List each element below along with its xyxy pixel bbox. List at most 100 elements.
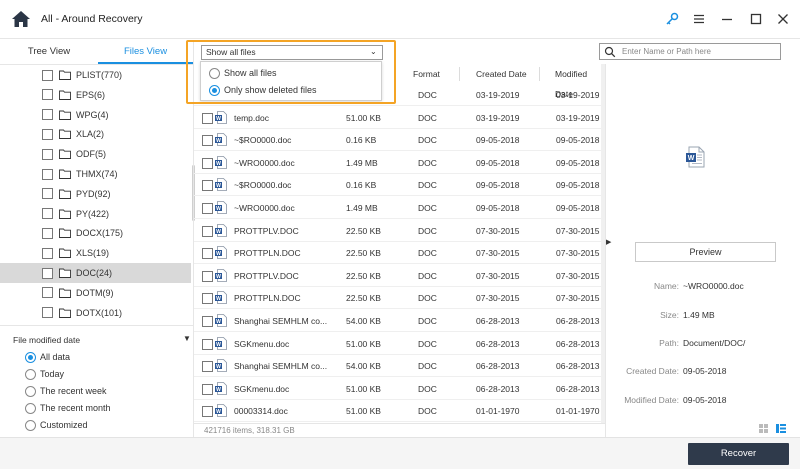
home-icon[interactable] xyxy=(11,9,31,29)
checkbox[interactable] xyxy=(42,148,53,160)
chevron-down-icon[interactable]: ▼ xyxy=(183,334,191,343)
tree-item[interactable]: PLIST(770) xyxy=(0,65,191,85)
checkbox[interactable] xyxy=(42,69,53,81)
checkbox[interactable] xyxy=(202,406,213,418)
checkbox[interactable] xyxy=(42,208,53,220)
column-header-format[interactable]: Format xyxy=(413,64,440,84)
filter-option-label: Today xyxy=(40,369,65,379)
checkbox[interactable] xyxy=(42,287,53,299)
filter-option[interactable]: The recent week xyxy=(25,384,107,398)
filter-option[interactable]: All data xyxy=(25,350,70,364)
checkbox[interactable] xyxy=(202,338,213,350)
radio-icon[interactable] xyxy=(25,385,36,397)
tree-item[interactable]: DOCX(175) xyxy=(0,223,191,243)
column-header-created[interactable]: Created Date xyxy=(476,64,527,84)
filter-option[interactable]: The recent month xyxy=(25,401,111,415)
menu-icon[interactable] xyxy=(691,11,707,27)
column-separator[interactable] xyxy=(539,67,540,81)
column-separator[interactable] xyxy=(459,67,460,81)
table-row[interactable]: Wtemp.doc 51.00 KB DOC 03-19-2019 03-19-2019 xyxy=(194,107,601,129)
cell-name: SGKmenu.doc xyxy=(234,338,290,349)
tree-item[interactable]: ODF(5) xyxy=(0,144,191,164)
cell-created: 06-28-2013 xyxy=(476,361,520,372)
table-row[interactable]: W 00003314.doc 51.00 KB DOC 01-01-1970 01-01-… xyxy=(194,400,601,422)
radio-icon[interactable] xyxy=(25,419,36,431)
checkbox[interactable] xyxy=(202,180,213,192)
cell-format: DOC xyxy=(418,157,437,168)
checkbox[interactable] xyxy=(42,247,53,259)
checkbox[interactable] xyxy=(202,361,213,373)
filter-option[interactable]: Customized xyxy=(25,418,88,432)
word-file-icon: W xyxy=(215,381,227,395)
table-row[interactable]: W SGKmenu.doc 51.00 KB DOC 06-28-2013 06-28-2… xyxy=(194,333,601,355)
checkbox[interactable] xyxy=(42,267,53,279)
close-icon[interactable] xyxy=(775,11,791,27)
tree-item[interactable]: XLS(19) xyxy=(0,243,191,263)
table-row[interactable]: W PROTTPLN.DOC 22.50 KB DOC 07-30-2015 07-30-… xyxy=(194,287,601,310)
tree-item[interactable]: WPG(4) xyxy=(0,105,191,125)
checkbox[interactable] xyxy=(202,293,213,305)
checkbox[interactable] xyxy=(202,112,213,124)
cell-size: 22.50 KB xyxy=(346,248,381,259)
tree-item[interactable]: THMX(74) xyxy=(0,164,191,184)
checkbox[interactable] xyxy=(202,248,213,260)
collapse-arrow-icon[interactable]: ▶ xyxy=(606,238,611,246)
radio-icon[interactable] xyxy=(25,402,36,414)
checkbox[interactable] xyxy=(202,270,213,282)
cell-format: DOC xyxy=(418,383,437,394)
preview-button[interactable]: Preview xyxy=(635,242,776,262)
table-row[interactable]: W PROTTPLV.DOC 22.50 KB DOC 07-30-2015 07-30-… xyxy=(194,265,601,287)
checkbox[interactable] xyxy=(202,157,213,169)
list-view-icon[interactable] xyxy=(776,424,786,433)
tree-item[interactable]: XLA(2) xyxy=(0,124,191,144)
table-row[interactable]: W PROTTPLV.DOC 22.50 KB DOC 07-30-2015 07-30-… xyxy=(194,220,601,242)
meta-name-label: Name: xyxy=(653,281,679,291)
minimize-icon[interactable] xyxy=(719,11,735,27)
cell-name: PROTTPLN.DOC xyxy=(234,248,301,259)
tree-item[interactable]: DOC(24) xyxy=(0,263,191,283)
checkbox[interactable] xyxy=(202,135,213,147)
filter-option[interactable]: Today xyxy=(25,367,64,381)
tree-item[interactable]: PY(422) xyxy=(0,204,191,224)
meta-modified-value: 09-05-2018 xyxy=(683,395,727,405)
cell-format: DOC xyxy=(418,338,437,349)
checkbox[interactable] xyxy=(42,227,53,239)
tree-item[interactable]: DOTM(9) xyxy=(0,283,191,303)
table-row[interactable]: W ~$RO0000.doc 0.16 KB DOC 09-05-2018 09-05-2… xyxy=(194,174,601,197)
checkbox[interactable] xyxy=(42,128,53,140)
recover-button[interactable]: Recover xyxy=(688,443,789,465)
checkbox[interactable] xyxy=(42,307,53,319)
table-row[interactable]: W PROTTPLN.DOC 22.50 KB DOC 07-30-2015 07-30-… xyxy=(194,242,601,265)
radio-icon[interactable] xyxy=(25,351,36,363)
checkbox[interactable] xyxy=(42,168,53,180)
checkbox[interactable] xyxy=(202,383,213,395)
table-row[interactable]: W Shanghai SEMHLM co... 54.00 KB DOC 06-28-2… xyxy=(194,310,601,332)
table-row[interactable]: W ~$RO0000.doc 0.16 KB DOC 09-05-2018 09-05-2… xyxy=(194,129,601,152)
tab-tree-view[interactable]: Tree View xyxy=(0,40,98,64)
column-header-modified[interactable]: Modified Date xyxy=(555,64,601,99)
table-row[interactable]: W ~WRO0000.doc 1.49 MB DOC 09-05-2018 09-05-2… xyxy=(194,197,601,219)
tree-item[interactable]: EPS(6) xyxy=(0,85,191,105)
table-row[interactable]: W ~WRO0000.doc 1.49 MB DOC 09-05-2018 09-05-2… xyxy=(194,152,601,174)
word-file-icon: W xyxy=(215,223,227,237)
checkbox[interactable] xyxy=(202,316,213,327)
maximize-icon[interactable] xyxy=(748,11,764,27)
tab-files-view[interactable]: Files View xyxy=(98,40,193,64)
table-row[interactable]: W Shanghai SEMHLM co... 54.00 KB DOC 06-28-2… xyxy=(194,355,601,378)
table-row[interactable]: W SGKmenu.doc 51.00 KB DOC 06-28-2013 06-28-2… xyxy=(194,378,601,400)
folder-icon xyxy=(59,149,71,160)
divider xyxy=(605,64,606,437)
checkbox[interactable] xyxy=(42,188,53,200)
checkbox[interactable] xyxy=(42,89,53,101)
cell-format: DOC xyxy=(418,361,437,372)
checkbox[interactable] xyxy=(42,109,53,121)
key-icon[interactable] xyxy=(664,11,680,27)
checkbox[interactable] xyxy=(202,225,213,237)
checkbox[interactable] xyxy=(202,203,213,214)
tree-item[interactable]: PYD(92) xyxy=(0,184,191,204)
tree-item[interactable]: DOTX(101) xyxy=(0,303,191,323)
folder-icon xyxy=(59,110,71,120)
grid-view-icon[interactable] xyxy=(759,424,768,433)
tree-item-label: DOC(24) xyxy=(76,268,113,278)
radio-icon[interactable] xyxy=(25,368,36,380)
